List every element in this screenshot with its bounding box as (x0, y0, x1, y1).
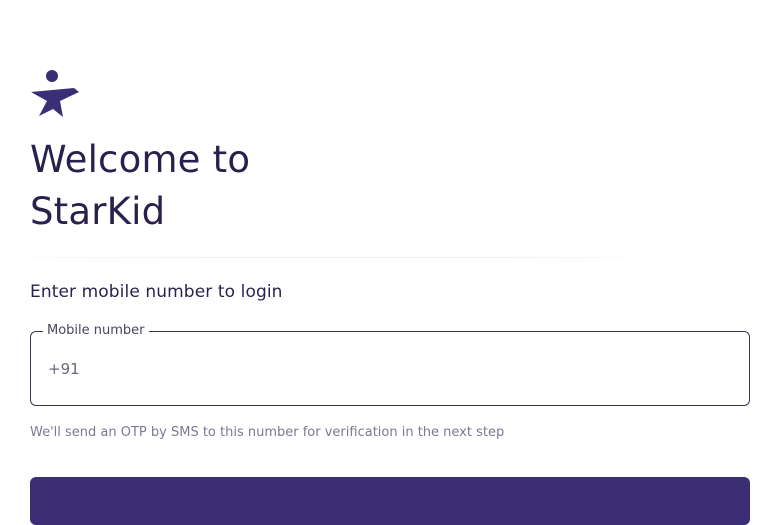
otp-helper-text: We'll send an OTP by SMS to this number … (30, 425, 505, 440)
login-panel: Welcome to StarKid Enter mobile number t… (30, 0, 750, 525)
divider (30, 257, 645, 258)
continue-button[interactable] (30, 477, 750, 525)
mobile-number-label: Mobile number (43, 321, 149, 341)
mobile-number-field[interactable]: Mobile number +91 (30, 321, 750, 406)
country-code-prefix: +91 (48, 360, 80, 378)
starkid-logo-icon (30, 68, 80, 118)
mobile-number-input[interactable] (81, 350, 731, 388)
page-title: Welcome to StarKid (30, 138, 251, 233)
login-instruction: Enter mobile number to login (30, 282, 283, 302)
